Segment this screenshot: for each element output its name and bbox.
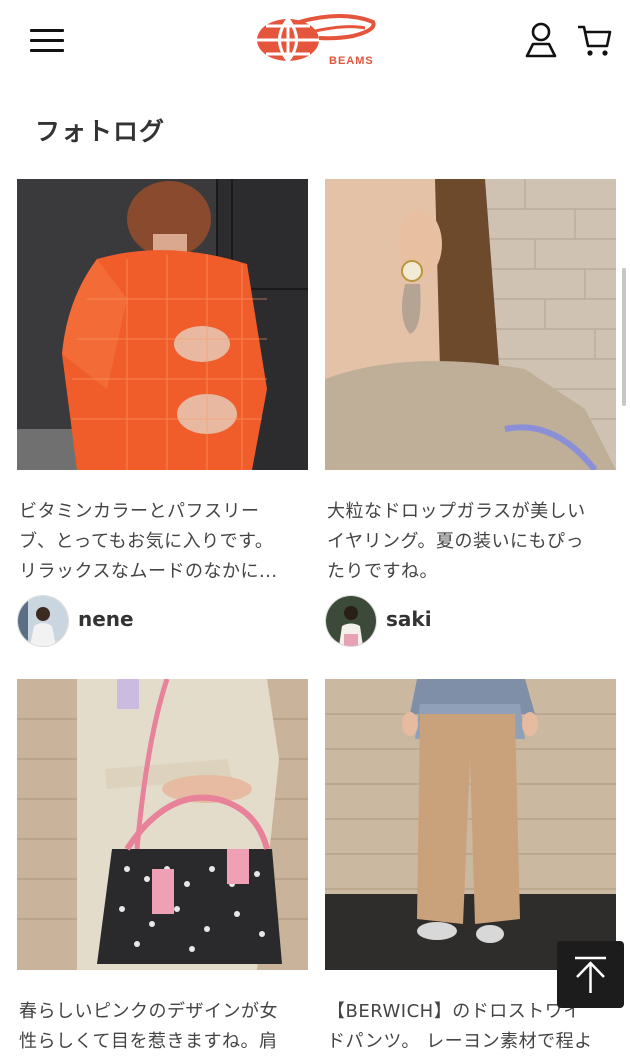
account-button[interactable]: [524, 22, 558, 58]
site-header: BEAMS: [0, 0, 630, 84]
post-photo[interactable]: [325, 179, 616, 470]
author-name: nene: [78, 607, 134, 631]
post-author[interactable]: saki: [325, 595, 616, 647]
post-photo[interactable]: [325, 679, 616, 970]
shopping-cart-icon: [578, 25, 612, 56]
post-author[interactable]: nene: [17, 595, 308, 647]
back-to-top-button[interactable]: [557, 941, 624, 1008]
logo-wordmark: BEAMS: [329, 55, 374, 67]
beams-logo[interactable]: BEAMS: [253, 12, 379, 68]
post-caption: 大粒なドロップガラスが美しい イヤリング。夏の装いにもぴっ たりですね。: [327, 501, 586, 582]
post-photo[interactable]: [17, 679, 308, 970]
menu-button[interactable]: [30, 27, 64, 55]
cart-button[interactable]: [576, 22, 612, 58]
section-title: フォトログ: [35, 117, 166, 146]
post-photo[interactable]: [17, 179, 308, 470]
avatar: [325, 595, 377, 647]
arrow-up-icon: [575, 956, 606, 993]
avatar: [17, 595, 69, 647]
post-caption: 春らしいピンクのデザインが女 性らしくて目を惹きますね。肩: [19, 1001, 278, 1052]
scrollbar[interactable]: [622, 268, 626, 406]
user-icon: [525, 22, 557, 58]
hamburger-menu-icon: [30, 29, 64, 32]
post-caption: ビタミンカラーとパフスリー ブ、とってもお気に入りです。 リラックスなムードのな…: [19, 501, 278, 582]
author-name: saki: [386, 607, 432, 631]
